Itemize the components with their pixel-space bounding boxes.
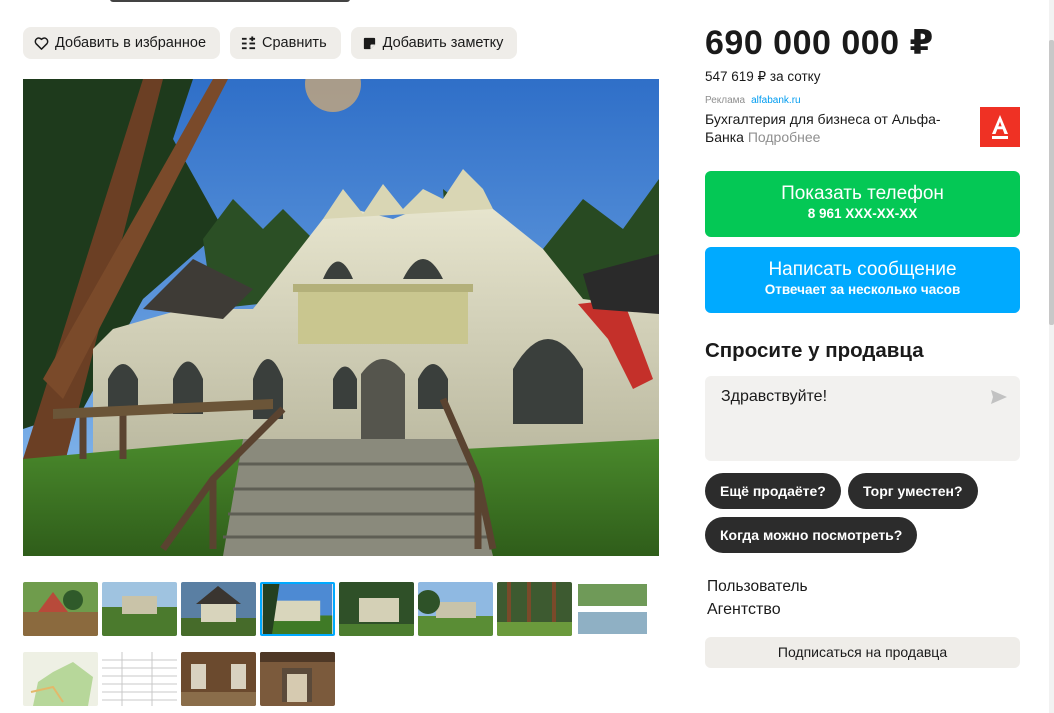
subscribe-seller-button[interactable]: Подписаться на продавца [705,637,1020,668]
thumbnail[interactable] [576,582,649,636]
alfabank-logo[interactable] [980,107,1020,147]
quick-question-chip[interactable]: Торг уместен? [848,473,978,509]
send-icon[interactable] [990,389,1008,405]
ad-text-body: Бухгалтерия для бизнеса от Альфа-Банка [705,111,941,145]
thumbnail-selected[interactable] [260,582,335,636]
seller-name[interactable]: Пользователь [707,578,808,596]
show-phone-label: Показать телефон [781,183,944,204]
seller-type: Агентство [707,601,781,618]
ad-text[interactable]: Бухгалтерия для бизнеса от Альфа-Банка П… [705,110,965,146]
write-message-label: Написать сообщение [768,259,957,280]
price-per-unit: 547 619 ₽ за сотку [705,69,821,84]
show-phone-button[interactable]: Показать телефон 8 961 XXX-XX-XX [705,171,1020,237]
ad-domain-link[interactable]: alfabank.ru [751,95,800,106]
thumbnail[interactable] [260,652,335,706]
scrollbar-track[interactable] [1049,0,1054,713]
cropped-title [110,0,350,2]
ask-input-value: Здравствуйте! [721,388,828,405]
note-icon [363,37,375,49]
write-message-button[interactable]: Написать сообщение Отвечает за несколько… [705,247,1020,313]
alfabank-logo-icon [992,115,1008,139]
scrollbar-thumb[interactable] [1049,40,1054,325]
compare-icon [241,35,256,49]
thumbnail[interactable] [339,582,414,636]
price: 690 000 000 ₽ [705,24,934,62]
ad-tag: Реклама [705,95,746,106]
main-photo[interactable] [23,79,659,556]
thumbnail[interactable] [23,652,98,706]
response-time: Отвечает за несколько часов [764,282,961,297]
listing-actions: Добавить в избранное Сравнить Добавить з… [23,27,518,59]
quick-question-chip[interactable]: Когда можно посмотреть? [705,517,918,553]
thumbnail[interactable] [181,582,256,636]
favorite-label: Добавить в избранное [55,35,207,51]
compare-label: Сравнить [262,35,327,51]
heart-icon [34,36,49,50]
thumbnail[interactable] [102,652,177,706]
compare-button[interactable]: Сравнить [230,27,341,59]
thumbnail[interactable] [497,582,572,636]
ad-label: Реклама alfabank.ru [705,95,801,106]
phone-number-masked: 8 961 XXX-XX-XX [807,206,918,221]
add-note-button[interactable]: Добавить заметку [350,27,518,59]
ask-seller-input[interactable]: Здравствуйте! [705,376,1020,461]
ask-seller-title: Спросите у продавца [705,339,924,362]
thumbnail[interactable] [23,582,98,636]
note-label: Добавить заметку [382,35,504,51]
thumbnail[interactable] [418,582,493,636]
thumbnail[interactable] [102,582,177,636]
thumbnail[interactable] [181,652,256,706]
quick-question-chip[interactable]: Ещё продаёте? [705,473,841,509]
add-to-favorites-button[interactable]: Добавить в избранное [23,27,221,59]
ad-more-link[interactable]: Подробнее [748,129,821,145]
